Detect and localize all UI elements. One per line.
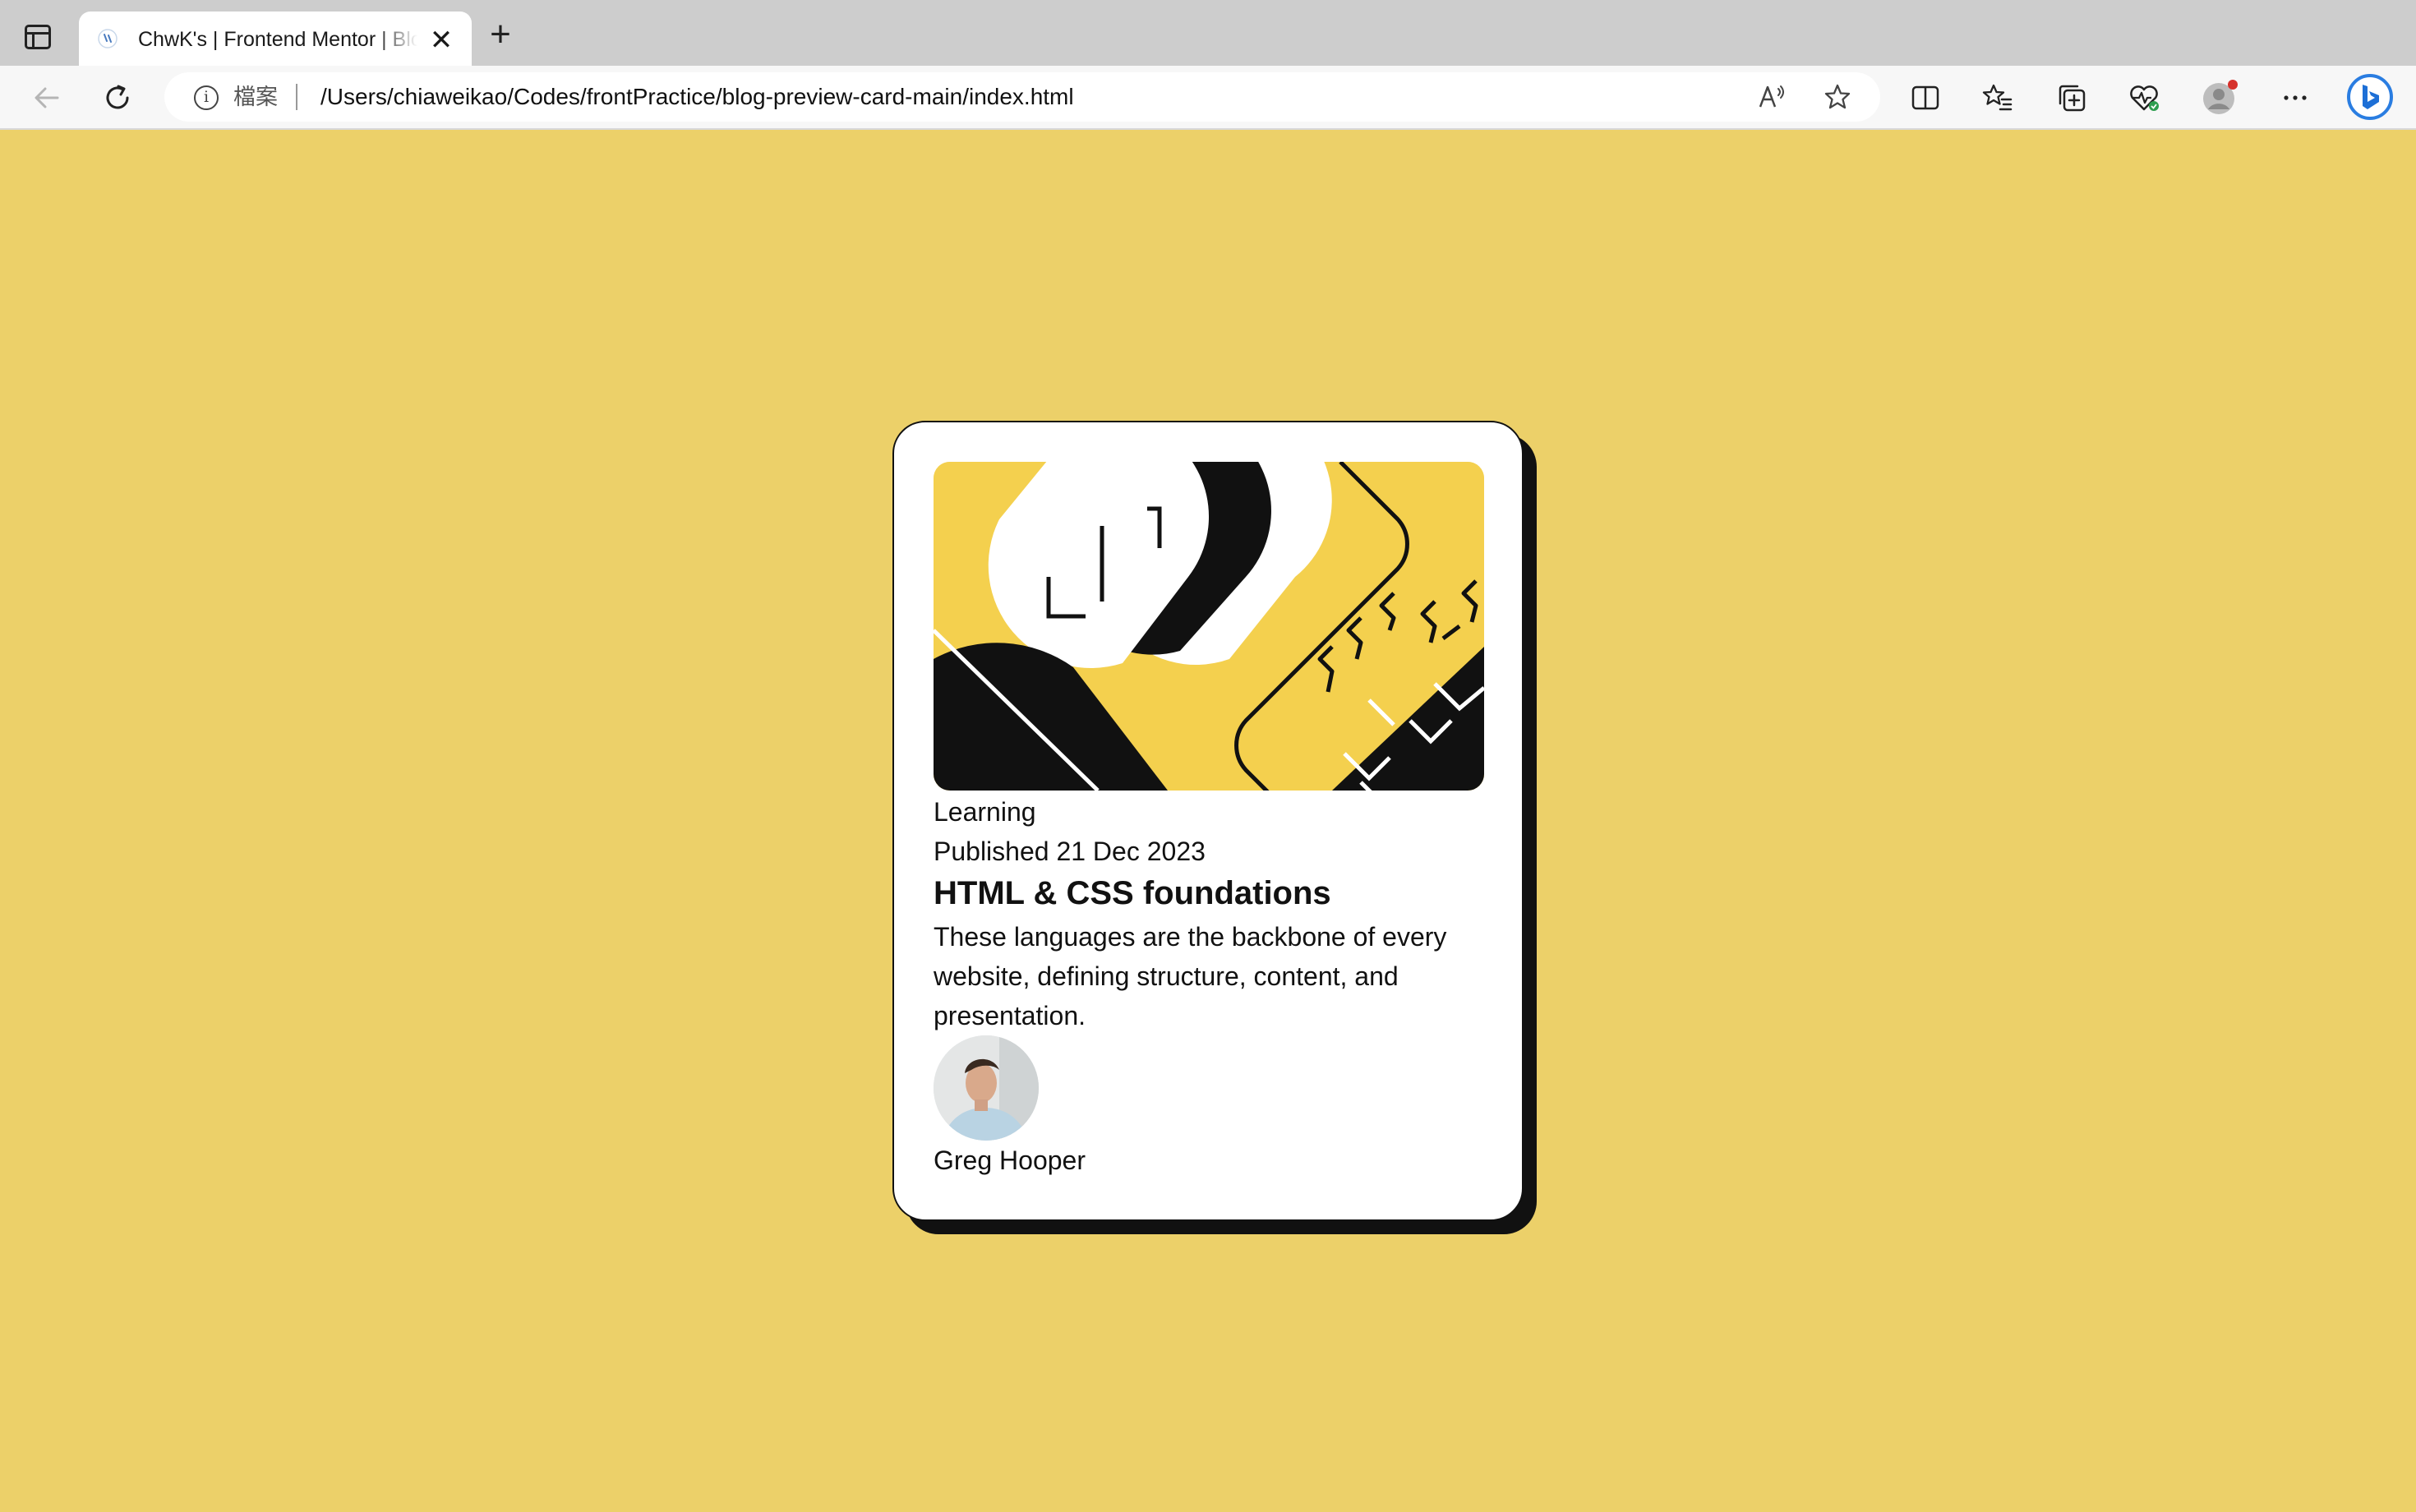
published-date: Published 21 Dec 2023 <box>934 837 1206 866</box>
url-text[interactable]: /Users/chiaweikao/Codes/frontPractice/bl… <box>320 82 1074 112</box>
refresh-icon[interactable] <box>100 81 135 115</box>
new-tab-button[interactable]: + <box>483 16 518 53</box>
blog-preview-card: Learning Published 21 Dec 2023 HTML & CS… <box>892 421 1524 1221</box>
author-name: Greg Hooper <box>934 1146 1086 1175</box>
close-tab-icon[interactable]: ✕ <box>427 26 455 54</box>
tab-bar: ChwK's | Frontend Mentor | Blog preview … <box>0 0 2416 66</box>
category-tag: Learning <box>934 797 1036 827</box>
scheme-label: 檔案 <box>233 85 278 109</box>
split-screen-icon[interactable] <box>1908 81 1943 115</box>
info-icon[interactable]: i <box>194 85 219 110</box>
more-options-icon[interactable] <box>2278 81 2312 115</box>
star-icon[interactable] <box>1823 82 1852 112</box>
tab-panel-icon[interactable] <box>25 25 51 49</box>
read-aloud-icon[interactable] <box>1757 82 1787 112</box>
tab-title: ChwK's | Frontend Mentor | Blog preview … <box>138 28 417 51</box>
arrow-left-icon[interactable] <box>30 81 64 115</box>
browser-tab[interactable]: ChwK's | Frontend Mentor | Blog preview … <box>79 12 472 66</box>
favorites-list-icon[interactable] <box>1980 81 2015 115</box>
bing-copilot-icon[interactable] <box>2345 72 2395 122</box>
author-avatar <box>934 1035 1039 1141</box>
favicon-icon <box>98 29 118 48</box>
heart-pulse-icon[interactable] <box>2127 81 2161 115</box>
collections-icon[interactable] <box>2054 81 2089 115</box>
address-bar[interactable]: i 檔案 /Users/chiaweikao/Codes/frontPracti… <box>164 72 1880 122</box>
address-divider <box>296 84 297 110</box>
browser-toolbar: i 檔案 /Users/chiaweikao/Codes/frontPracti… <box>0 66 2416 130</box>
card-illustration <box>934 462 1484 791</box>
card-title[interactable]: HTML & CSS foundations <box>934 873 1331 914</box>
profile-avatar-icon[interactable] <box>2201 77 2240 117</box>
card-description: These languages are the backbone of ever… <box>934 922 1447 1030</box>
